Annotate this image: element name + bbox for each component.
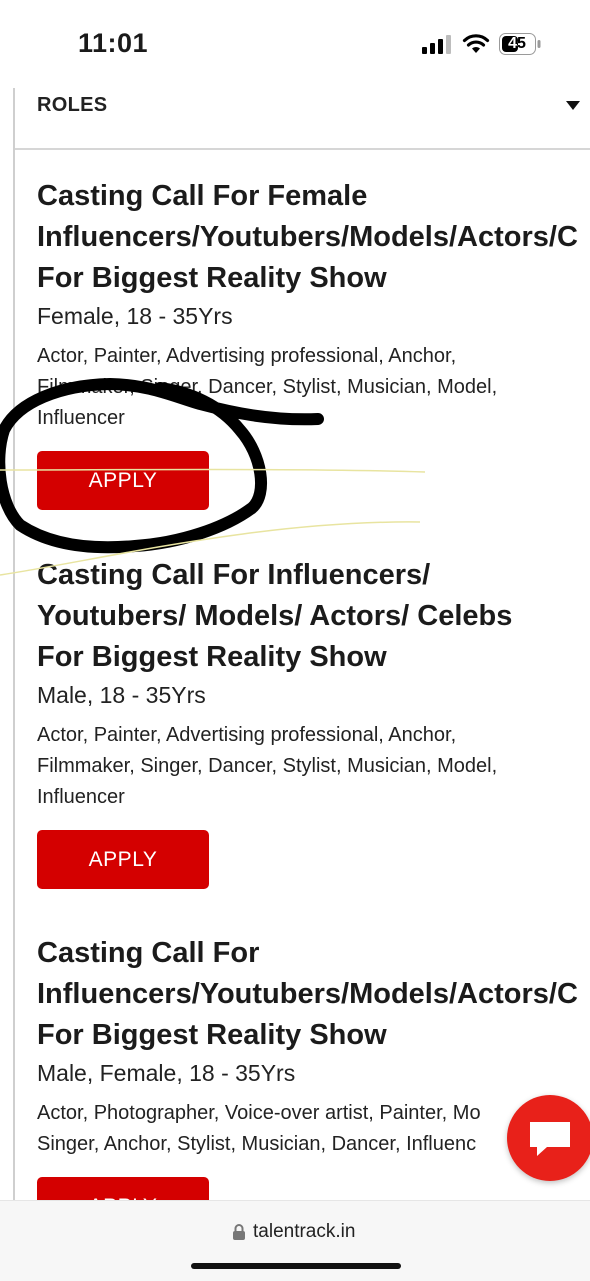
- casting-call-requirements: Male, 18 - 35Yrs: [37, 682, 206, 708]
- home-indicator[interactable]: [191, 1263, 401, 1269]
- casting-call-title[interactable]: Casting Call For Female Influencers/Yout…: [37, 176, 590, 299]
- listing-panel[interactable]: ROLES Casting Call For Female Influencer…: [13, 88, 590, 1200]
- casting-call-card: Casting Call For Influencers/ Youtubers/…: [37, 555, 590, 889]
- battery-icon: 45: [499, 33, 541, 55]
- lock-icon: [233, 1224, 245, 1240]
- chevron-down-icon: [566, 101, 580, 110]
- casting-call-requirements: Male, Female, 18 - 35Yrs: [37, 1060, 296, 1086]
- casting-call-skills: Actor, Painter, Advertising professional…: [37, 345, 498, 429]
- casting-call-title[interactable]: Casting Call For Influencers/ Youtubers/…: [37, 555, 590, 678]
- status-bar: 11:01 45: [0, 0, 590, 88]
- casting-call-card: Casting Call For Female Influencers/Yout…: [37, 176, 590, 510]
- apply-button[interactable]: APPLY: [37, 1177, 209, 1200]
- casting-call-title[interactable]: Casting Call For Influencers/Youtubers/M…: [37, 933, 590, 1056]
- chat-icon: [530, 1122, 570, 1156]
- browser-address-bar[interactable]: talentrack.in: [0, 1200, 590, 1281]
- signal-icon: [422, 35, 451, 54]
- battery-level: 45: [508, 35, 526, 52]
- casting-call-skills: Actor, Painter, Advertising professional…: [37, 724, 498, 808]
- casting-call-card: Casting Call For Influencers/Youtubers/M…: [37, 933, 590, 1200]
- apply-button[interactable]: APPLY: [37, 451, 209, 510]
- status-time: 11:01: [78, 28, 149, 58]
- apply-button[interactable]: APPLY: [37, 830, 209, 889]
- casting-call-requirements: Female, 18 - 35Yrs: [37, 303, 233, 329]
- roles-filter-label: ROLES: [37, 94, 108, 116]
- chat-button[interactable]: [507, 1095, 590, 1181]
- wifi-icon: [462, 34, 490, 53]
- url-text[interactable]: talentrack.in: [253, 1221, 355, 1243]
- roles-filter-dropdown[interactable]: ROLES: [15, 88, 590, 150]
